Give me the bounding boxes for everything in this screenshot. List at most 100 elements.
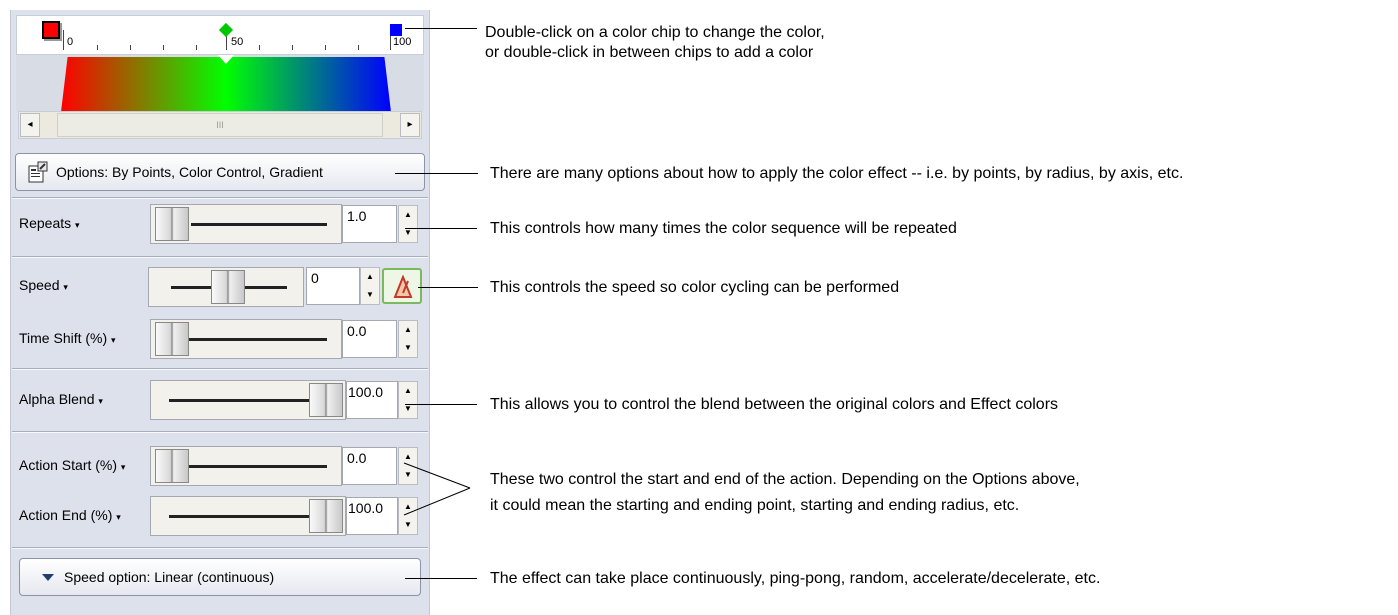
annotation-line <box>395 173 478 174</box>
ruler-tick <box>130 45 131 50</box>
repeats-label[interactable]: Repeats ▾ <box>19 215 80 231</box>
action-end-label[interactable]: Action End (%) ▾ <box>19 507 121 523</box>
action-annotation-line2: it could mean the starting and ending po… <box>490 497 1020 514</box>
ruler-label-0: 0 <box>67 36 74 48</box>
alpha-blend-label-text: Alpha Blend <box>19 391 95 407</box>
action-end-value-field[interactable]: 100.0 <box>346 497 398 535</box>
options-button-label: Options: By Points, Color Control, Gradi… <box>56 164 323 180</box>
triangle-down-icon <box>42 573 54 581</box>
spin-up-icon[interactable]: ▲ <box>361 268 379 286</box>
speed-value-field[interactable]: 0 <box>306 267 360 305</box>
divider <box>12 547 428 549</box>
slider-track <box>173 338 327 341</box>
ruler-label-50: 50 <box>231 36 244 48</box>
speed-option-label: Speed option: Linear (continuous) <box>64 569 275 585</box>
action-start-label[interactable]: Action Start (%) ▾ <box>19 457 125 473</box>
alpha-blend-dropdown-caret[interactable]: ▾ <box>98 396 103 406</box>
slider-thumb[interactable] <box>211 270 245 304</box>
action-annotation-line1: These two control the start and end of t… <box>490 471 1080 488</box>
slider-track <box>191 223 327 226</box>
spin-down-icon[interactable]: ▼ <box>361 286 379 304</box>
spin-up-icon[interactable]: ▲ <box>399 206 417 224</box>
spin-down-icon[interactable]: ▼ <box>399 400 417 418</box>
alpha-annotation: This allows you to control the blend bet… <box>490 396 1059 413</box>
action-start-value-field[interactable]: 0.0 <box>342 447 397 485</box>
annotation-line <box>418 287 478 288</box>
time-shift-value-field[interactable]: 0.0 <box>342 320 397 358</box>
slider-thumb[interactable] <box>155 322 189 356</box>
divider <box>12 431 428 433</box>
action-start-slider[interactable] <box>150 446 342 486</box>
options-properties-icon <box>26 160 50 184</box>
time-shift-slider[interactable] <box>150 319 342 359</box>
alpha-blend-slider[interactable] <box>150 380 346 420</box>
scroll-thumb[interactable]: III <box>57 113 383 137</box>
alpha-blend-value-field[interactable]: 100.0 <box>346 381 398 419</box>
speed-label[interactable]: Speed ▾ <box>19 277 68 293</box>
ruler-tick <box>358 45 359 50</box>
ruler-label-100: 100 <box>393 36 412 48</box>
options-annotation: There are many options about how to appl… <box>490 165 1184 182</box>
speed-spinner[interactable]: ▲ ▼ <box>360 267 380 305</box>
action-end-dropdown-caret[interactable]: ▾ <box>116 512 121 522</box>
ruler-tick <box>63 30 64 50</box>
action-annotation-lines <box>403 462 471 516</box>
divider <box>12 368 428 370</box>
annotation-line <box>405 578 477 579</box>
slider-thumb[interactable] <box>155 207 189 241</box>
speed-dropdown-caret[interactable]: ▾ <box>63 282 68 292</box>
metronome-icon <box>393 274 413 304</box>
metronome-toggle-button[interactable] <box>382 268 422 304</box>
ruler-tick <box>163 45 164 50</box>
time-shift-label-text: Time Shift (%) <box>19 330 108 346</box>
options-button[interactable]: Options: By Points, Color Control, Gradi… <box>15 153 425 191</box>
scroll-right-button[interactable]: ▸ <box>400 113 420 137</box>
speed-slider[interactable] <box>148 267 304 307</box>
repeats-annotation: This controls how many times the color s… <box>490 220 957 237</box>
action-end-label-text: Action End (%) <box>19 507 113 523</box>
speed-annotation: This controls the speed so color cycling… <box>490 279 900 296</box>
time-shift-label[interactable]: Time Shift (%) ▾ <box>19 330 116 346</box>
spin-down-icon[interactable]: ▼ <box>399 224 417 242</box>
slider-thumb[interactable] <box>309 499 343 533</box>
chip-annotation-line1: Double-click on a color chip to change t… <box>485 24 825 41</box>
color-chip-blue[interactable] <box>390 24 402 36</box>
slider-thumb[interactable] <box>155 449 189 483</box>
ruler-tick <box>259 45 260 50</box>
action-start-dropdown-caret[interactable]: ▾ <box>121 462 126 472</box>
ruler-tick <box>97 45 98 50</box>
alpha-blend-spinner[interactable]: ▲ ▼ <box>398 381 418 419</box>
alpha-blend-label[interactable]: Alpha Blend ▾ <box>19 391 103 407</box>
chip-annotation-line2: or double-click in between chips to add … <box>485 44 814 61</box>
speed-option-annotation: The effect can take place continuously, … <box>490 570 1101 587</box>
ruler-tick <box>325 45 326 50</box>
speed-label-text: Speed <box>19 277 60 293</box>
action-end-slider[interactable] <box>150 496 346 536</box>
annotation-line <box>405 228 477 229</box>
ruler-tick <box>292 45 293 50</box>
slider-thumb[interactable] <box>309 383 343 417</box>
spin-up-icon[interactable]: ▲ <box>399 382 417 400</box>
divider <box>12 197 428 199</box>
ruler-tick <box>196 45 197 50</box>
spin-down-icon[interactable]: ▼ <box>399 339 417 357</box>
gradient-preview[interactable] <box>61 57 391 112</box>
slider-track <box>169 515 313 518</box>
annotation-line <box>405 404 477 405</box>
repeats-dropdown-caret[interactable]: ▾ <box>75 220 80 230</box>
spin-up-icon[interactable]: ▲ <box>399 321 417 339</box>
slider-track <box>169 399 313 402</box>
repeats-spinner[interactable]: ▲ ▼ <box>398 205 418 243</box>
repeats-slider[interactable] <box>150 204 342 244</box>
color-chip-red[interactable] <box>42 21 60 39</box>
scroll-left-button[interactable]: ◂ <box>20 113 40 137</box>
speed-option-button[interactable]: Speed option: Linear (continuous) <box>19 558 421 596</box>
repeats-label-text: Repeats <box>19 215 72 231</box>
time-shift-spinner[interactable]: ▲ ▼ <box>398 320 418 358</box>
gradient-ruler[interactable] <box>16 15 424 55</box>
time-shift-dropdown-caret[interactable]: ▾ <box>111 335 116 345</box>
gradient-scrollbar[interactable]: ◂ III ▸ <box>18 111 422 139</box>
repeats-value-field[interactable]: 1.0 <box>342 205 397 243</box>
action-start-label-text: Action Start (%) <box>19 457 118 473</box>
green-chip-marker <box>218 55 234 64</box>
